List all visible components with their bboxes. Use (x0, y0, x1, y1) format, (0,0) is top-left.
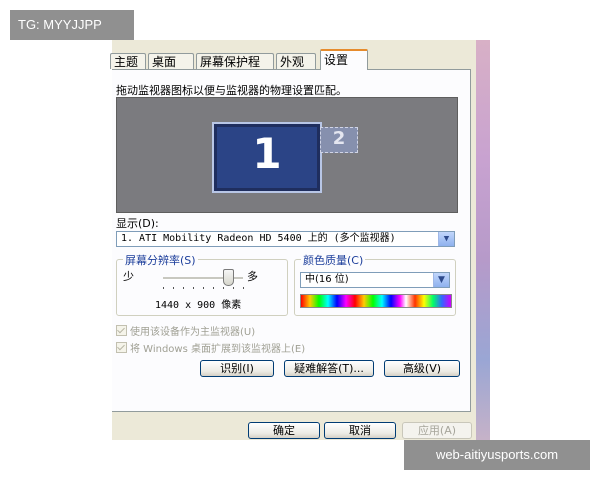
primary-monitor-label: 使用该设备作为主监视器(U) (130, 327, 256, 338)
tab-themes[interactable]: 主题 (110, 53, 146, 69)
color-quality-value: 中(16 位) (305, 274, 349, 285)
extend-desktop-checkbox[interactable] (116, 342, 127, 353)
extend-desktop-checkbox-row[interactable]: 将 Windows 桌面扩展到该监视器上(E) (116, 340, 305, 355)
resolution-slider-thumb[interactable] (223, 269, 234, 286)
slider-more-label: 多 (247, 270, 258, 283)
monitor-2-number: 2 (332, 128, 346, 149)
extend-desktop-label: 将 Windows 桌面扩展到该监视器上(E) (130, 344, 306, 355)
primary-monitor-checkbox-row[interactable]: 使用该设备作为主监视器(U) (116, 323, 255, 338)
chevron-down-icon[interactable]: ▼ (433, 273, 449, 287)
display-label: 显示(D): (116, 217, 159, 230)
screen-resolution-group: 屏幕分辨率(S) 少 多 1440 x 900 像素 (116, 252, 288, 316)
identify-button[interactable]: 识别(I) (200, 360, 274, 377)
advanced-button[interactable]: 高级(V) (384, 360, 460, 377)
tab-desktop[interactable]: 桌面 (148, 53, 194, 69)
display-properties-dialog: 主题 桌面 屏幕保护程序 外观 设置 拖动监视器图标以便与监视器的物理设置匹配。… (110, 40, 476, 440)
display-dropdown[interactable]: 1. ATI Mobility Radeon HD 5400 上的 (多个监视器… (116, 231, 455, 247)
color-quality-dropdown[interactable]: 中(16 位) ▼ (300, 272, 450, 288)
slider-less-label: 少 (123, 270, 134, 283)
desktop-background (476, 40, 490, 440)
color-quality-title: 颜色质量(C) (301, 252, 366, 268)
tab-screensaver[interactable]: 屏幕保护程序 (196, 53, 274, 85)
slider-tick (223, 287, 224, 289)
slider-tick (183, 287, 184, 289)
color-quality-group: 颜色质量(C) 中(16 位) ▼ (294, 252, 456, 316)
slider-tick (243, 287, 244, 289)
resolution-value: 1440 x 900 像素 (155, 300, 242, 311)
monitor-1-icon[interactable]: 1 (212, 122, 322, 193)
cancel-button[interactable]: 取消 (324, 422, 396, 439)
ok-button[interactable]: 确定 (248, 422, 320, 439)
slider-tick (233, 287, 234, 289)
slider-tick (163, 287, 164, 289)
slider-tick (193, 287, 194, 289)
instruction-text: 拖动监视器图标以便与监视器的物理设置匹配。 (116, 84, 347, 97)
slider-tick (213, 287, 214, 289)
apply-button[interactable]: 应用(A) (402, 422, 472, 439)
chevron-down-icon[interactable]: ▼ (438, 232, 454, 246)
monitor-2-icon[interactable]: 2 (320, 127, 358, 153)
monitor-1-number: 1 (252, 129, 282, 178)
primary-monitor-checkbox[interactable] (116, 325, 127, 336)
display-dropdown-value: 1. ATI Mobility Radeon HD 5400 上的 (多个监视器… (121, 233, 396, 244)
screen-resolution-title: 屏幕分辨率(S) (123, 252, 198, 268)
slider-tick (203, 287, 204, 289)
tab-appearance[interactable]: 外观 (276, 53, 316, 69)
slider-tick (173, 287, 174, 289)
tab-settings[interactable]: 设置 (320, 49, 368, 70)
monitor-arrangement-area: 1 2 (116, 97, 458, 213)
tag-watermark: TG: MYYJJPP (10, 10, 134, 40)
color-spectrum-preview (300, 294, 452, 308)
site-watermark: web-aitiyusports.com (404, 440, 590, 470)
troubleshoot-button[interactable]: 疑难解答(T)... (284, 360, 374, 377)
